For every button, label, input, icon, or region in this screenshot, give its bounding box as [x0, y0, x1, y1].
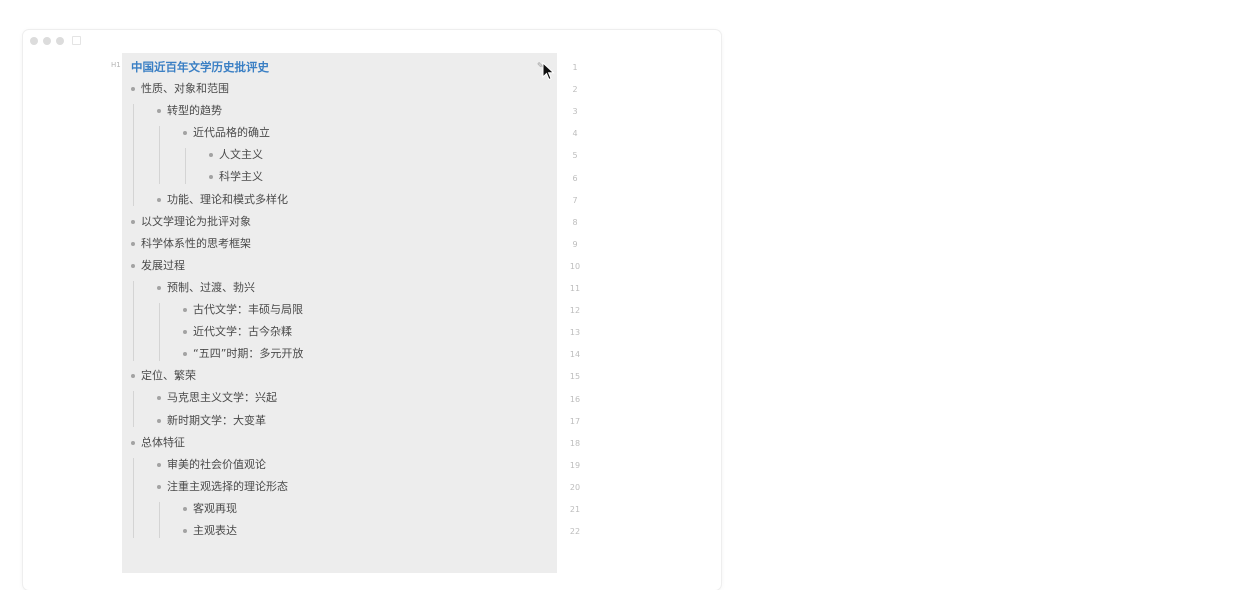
outline-item-label: 以文学理论为批评对象	[141, 214, 251, 228]
line-number: 21	[569, 505, 581, 514]
outline-item-label: 马克思主义文学：兴起	[167, 391, 277, 405]
indent-guide	[159, 501, 160, 538]
line-number: 5	[572, 151, 578, 161]
minimize-window-button[interactable]	[43, 37, 51, 45]
bullet-icon[interactable]	[157, 462, 161, 467]
outline-item-label: 转型的趋势	[167, 104, 222, 118]
indent-guide	[133, 391, 134, 428]
outline-item-label: 审美的社会价值观论	[167, 457, 266, 471]
line-number-gutter: 1 2 3 4 5 6 7 8 9 10 11 12 13 14 15 16 17 18 19 20 21 22	[557, 53, 587, 573]
line-number: 6	[572, 173, 578, 183]
indent-guide	[159, 126, 160, 185]
bullet-icon[interactable]	[131, 87, 135, 91]
window-titlebar	[23, 30, 721, 50]
outline-item-label: 发展过程	[141, 258, 185, 272]
bullet-icon[interactable]	[131, 440, 135, 445]
document-title: 中国近百年文学历史批评史	[131, 60, 269, 74]
line-number: 12	[569, 306, 581, 316]
line-number: 17	[569, 416, 581, 426]
mouse-pointer-icon	[542, 62, 555, 81]
line-number: 14	[569, 350, 581, 360]
line-number: 1	[572, 63, 578, 72]
outline-item-label: 近代品格的确立	[193, 126, 270, 140]
line-number: 2	[572, 85, 578, 95]
outline-item-label: 人文主义	[219, 148, 263, 162]
bullet-icon[interactable]	[183, 308, 187, 312]
bullet-icon[interactable]	[183, 529, 187, 533]
bullet-icon[interactable]	[157, 418, 161, 423]
line-number: 20	[569, 482, 581, 492]
outline-item-label: 预制、过渡、勃兴	[167, 280, 255, 294]
document-icon	[72, 36, 81, 45]
outline-item-label: 总体特征	[141, 435, 185, 449]
line-number: 18	[569, 438, 581, 448]
indent-guide	[133, 457, 134, 538]
line-number: 16	[569, 394, 581, 404]
outline-item-label: 定位、繁荣	[141, 369, 196, 383]
outline-item-label: 主观表达	[193, 524, 237, 537]
outline-item-label: “五四”时期：多元开放	[193, 347, 304, 361]
outline-item-label: 古代文学：丰硕与局限	[193, 303, 303, 316]
heading-level-marker: H1	[111, 61, 121, 69]
close-window-button[interactable]	[30, 37, 38, 45]
indent-guide	[185, 148, 186, 185]
bullet-icon[interactable]	[157, 484, 161, 489]
indent-guide	[159, 303, 160, 362]
outline-item-label: 科学体系性的思考框架	[141, 236, 251, 250]
bullet-icon[interactable]	[157, 285, 161, 290]
line-number: 8	[572, 217, 578, 227]
outline-item-label: 科学主义	[219, 170, 263, 184]
indent-guide	[133, 104, 134, 207]
outline-item-label: 功能、理论和模式多样化	[167, 192, 288, 206]
line-number: 13	[569, 328, 581, 338]
outline-item-label: 客观再现	[193, 501, 237, 515]
bullet-icon[interactable]	[131, 241, 135, 246]
outline-item-label: 性质、对象和范围	[141, 82, 229, 95]
line-number: 7	[572, 195, 578, 205]
line-number: 3	[572, 107, 578, 117]
line-number: 11	[569, 284, 581, 293]
bullet-icon[interactable]	[131, 219, 135, 224]
line-number: 9	[572, 239, 578, 249]
line-number: 15	[569, 372, 581, 382]
zoom-window-button[interactable]	[56, 37, 64, 45]
outline-item-label: 近代文学：古今杂糅	[193, 325, 292, 339]
bullet-icon[interactable]	[131, 263, 135, 268]
outline-item-label: 新时期文学：大变革	[167, 413, 266, 427]
outline-item-label: 注重主观选择的理论形态	[167, 479, 288, 493]
indent-guide	[133, 280, 134, 362]
line-number: 19	[569, 460, 581, 470]
line-number: 22	[569, 527, 581, 537]
bullet-icon[interactable]	[157, 197, 161, 202]
line-number: 4	[572, 129, 578, 139]
bullet-icon[interactable]	[183, 506, 187, 511]
line-number: 10	[569, 261, 581, 271]
